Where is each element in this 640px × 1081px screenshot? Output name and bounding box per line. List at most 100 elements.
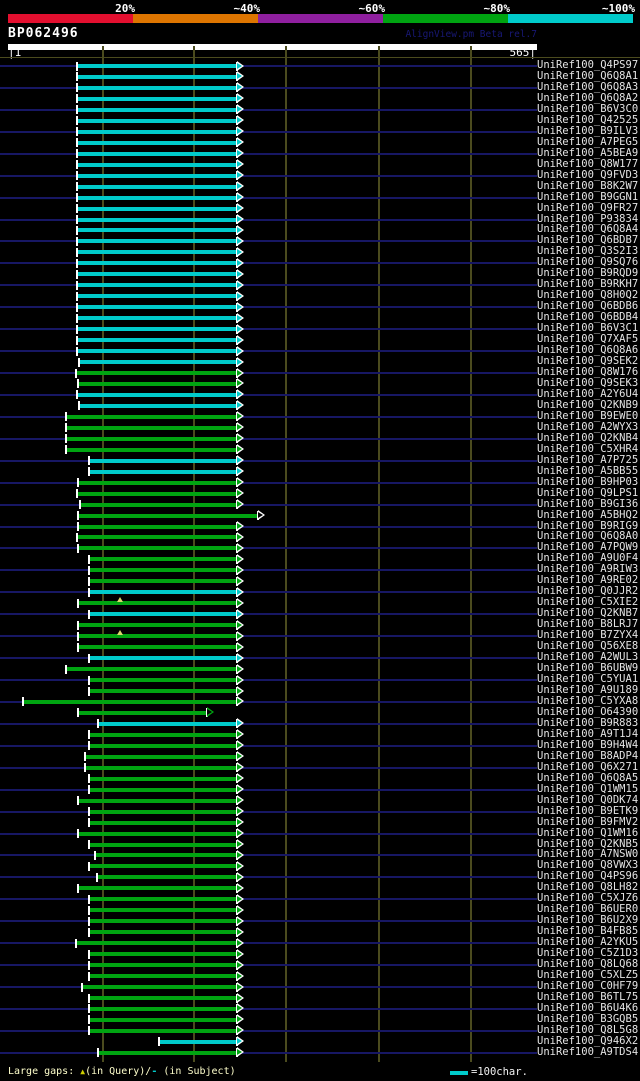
- row-guide-line: [0, 920, 537, 923]
- bar-start-tick: [76, 346, 78, 356]
- bar-arrowhead-fill: [237, 797, 242, 804]
- bar-start-tick: [77, 642, 79, 652]
- scale-segment-orange: [133, 14, 258, 23]
- alignment-bar: [78, 886, 237, 891]
- bar-arrowhead-fill: [237, 775, 242, 782]
- bar-arrowhead-fill: [237, 676, 242, 683]
- bar-start-tick: [77, 543, 79, 553]
- alignment-bar: [85, 765, 237, 770]
- ruler-tick: [470, 46, 472, 57]
- bar-arrowhead-fill: [237, 413, 242, 420]
- alignment-bar: [79, 360, 237, 365]
- identity-color-scale: [8, 14, 633, 23]
- alignment-bar: [77, 206, 237, 211]
- alignment-bar: [23, 699, 237, 704]
- gridline: [285, 58, 287, 1062]
- alignment-bar: [78, 513, 258, 518]
- bar-arrowhead-fill: [237, 62, 242, 69]
- bar-start-tick: [88, 905, 90, 915]
- bar-arrowhead-fill: [237, 95, 242, 102]
- bar-arrowhead-fill: [237, 961, 242, 968]
- bar-start-tick: [76, 193, 78, 203]
- alignment-bar: [97, 875, 237, 880]
- alignment-bar: [89, 776, 237, 781]
- bar-arrowhead-fill: [237, 928, 242, 935]
- app-version-watermark: AlignView.pm Beta rel.7: [405, 29, 537, 40]
- bar-arrowhead-fill: [237, 172, 242, 179]
- alignment-bar: [77, 535, 237, 540]
- bar-arrowhead-fill: [237, 358, 242, 365]
- alignment-bar: [77, 129, 237, 134]
- bar-arrowhead-fill: [237, 194, 242, 201]
- alignview-screen: 20% ~40% ~60% ~80% ~100% BP062496 AlignV…: [0, 0, 640, 1081]
- bar-arrowhead-fill: [237, 457, 242, 464]
- bar-start-tick: [78, 401, 80, 411]
- alignment-bar: [77, 85, 237, 90]
- ruler-tick: [193, 46, 195, 57]
- alignment-bar: [89, 787, 237, 792]
- alignment-bar: [89, 820, 237, 825]
- bar-arrowhead-fill: [237, 139, 242, 146]
- bar-start-tick: [158, 1037, 160, 1047]
- alignment-bar: [77, 228, 237, 233]
- row-guide-line: [0, 788, 537, 791]
- alignment-bar: [77, 294, 237, 299]
- alignment-bar: [79, 403, 237, 408]
- bar-start-tick: [88, 818, 90, 828]
- alignment-bar: [89, 919, 237, 924]
- bar-arrowhead-fill: [237, 205, 242, 212]
- bar-start-tick: [76, 225, 78, 235]
- alignment-bar: [89, 612, 237, 617]
- alignment-bar: [77, 305, 237, 310]
- bar-arrowhead-fill: [237, 698, 242, 705]
- bar-start-tick: [76, 83, 78, 93]
- alignment-bar: [66, 436, 237, 441]
- bar-arrowhead-fill: [237, 216, 242, 222]
- row-guide-line: [0, 744, 537, 747]
- bar-start-tick: [76, 280, 78, 290]
- alignment-bar: [77, 349, 237, 354]
- alignment-bar: [66, 425, 237, 430]
- bar-arrowhead-fill: [237, 435, 242, 442]
- bar-arrowhead-fill: [237, 555, 242, 562]
- bar-start-tick: [76, 215, 78, 224]
- bar-start-tick: [76, 313, 78, 323]
- ruler-tick: [285, 46, 287, 57]
- alignment-bar: [89, 743, 237, 748]
- alignment-bar: [77, 491, 237, 496]
- bar-arrowhead-fill: [237, 468, 242, 475]
- alignment-bar: [77, 217, 237, 222]
- bar-start-tick: [88, 686, 90, 696]
- row-guide-line: [0, 964, 537, 967]
- bar-arrowhead-fill: [237, 292, 242, 299]
- bar-start-tick: [76, 72, 78, 82]
- bar-start-tick: [77, 379, 79, 389]
- bar-arrowhead-fill: [237, 1005, 242, 1012]
- row-guide-line: [0, 766, 537, 769]
- bar-start-tick: [76, 160, 78, 170]
- bar-start-tick: [76, 138, 78, 148]
- bar-arrowhead-fill: [237, 983, 242, 990]
- bar-arrowhead-fill: [237, 259, 242, 266]
- scale-swatch-label: =100char.: [471, 1066, 528, 1078]
- bar-arrowhead-fill: [237, 841, 242, 847]
- bar-arrowhead-fill: [237, 248, 242, 255]
- bar-start-tick: [76, 182, 78, 192]
- bar-start-tick: [77, 522, 79, 532]
- alignment-bar: [78, 381, 237, 386]
- alignment-bar: [89, 1017, 237, 1022]
- alignment-bar: [77, 74, 237, 79]
- bar-arrowhead-fill: [237, 720, 242, 727]
- bar-arrowhead-fill: [237, 599, 242, 606]
- alignment-bar: [78, 634, 237, 639]
- query-gap-marker-icon: [116, 630, 123, 636]
- alignment-bar: [89, 842, 237, 847]
- alignment-bar: [78, 623, 237, 628]
- gridline: [470, 58, 472, 1062]
- alignment-bar: [95, 853, 237, 858]
- scale-swatch-100char: [450, 1071, 468, 1075]
- bar-start-tick: [76, 171, 78, 181]
- scale-segment-green: [383, 14, 508, 23]
- bar-start-tick: [77, 631, 79, 641]
- alignment-bar: [66, 414, 237, 419]
